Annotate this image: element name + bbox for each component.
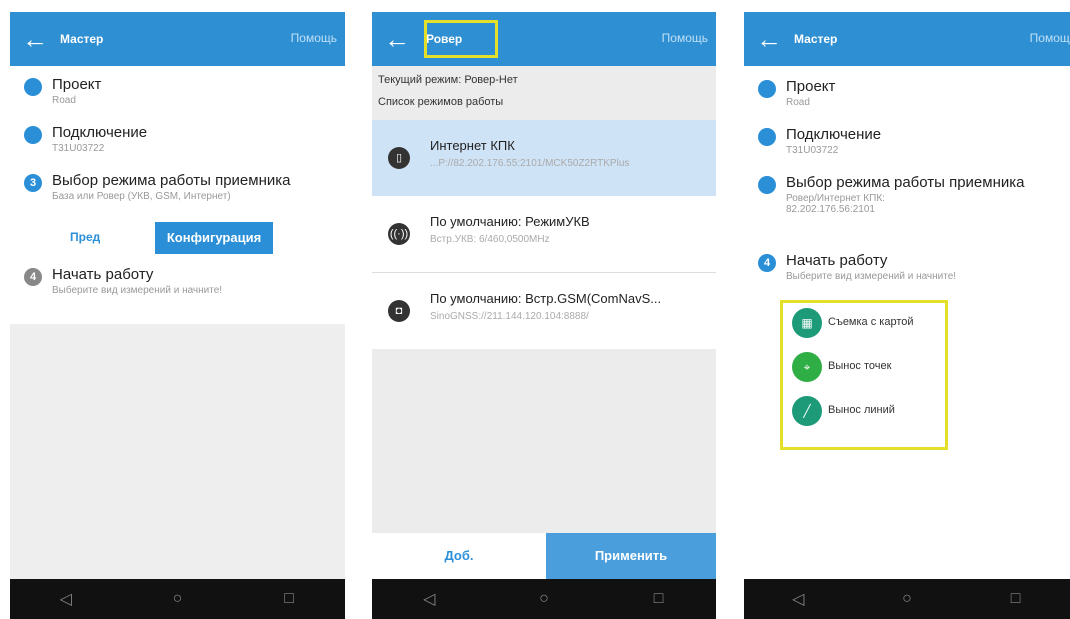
phone-icon: ▯ — [388, 147, 410, 169]
nav-home-icon[interactable]: ○ — [887, 590, 927, 608]
step-start-work[interactable]: 4 Начать работу Выберите вид измерений и… — [758, 252, 1066, 282]
step-subtitle: T31U03722 — [786, 145, 839, 156]
action-label: Вынос линий — [828, 404, 895, 416]
step-connection[interactable]: Подключение T31U03722 — [758, 126, 1066, 156]
configuration-button[interactable]: Конфигурация — [155, 222, 273, 254]
mode-item-gsm[interactable]: ◘ По умолчанию: Встр.GSM(ComNavS... Sino… — [372, 273, 716, 349]
app-bar: ← Мастер Помощь — [744, 12, 1070, 66]
wizard-content: Проект Road Подключение T31U03722 3 Выбо… — [10, 66, 345, 579]
back-arrow-icon[interactable]: ← — [10, 12, 60, 66]
mode-content: Текущий режим: Ровер-Нет Список режимов … — [372, 66, 716, 579]
nav-recent-icon[interactable]: □ — [269, 590, 309, 608]
back-arrow-icon[interactable]: ← — [744, 12, 794, 66]
step-number-icon: 4 — [758, 254, 776, 272]
mode-list-header: Список режимов работы — [378, 96, 504, 108]
step-start-work[interactable]: 4 Начать работу Выберите вид измерений и… — [24, 266, 341, 296]
nav-back-icon[interactable]: ◁ — [778, 589, 818, 609]
step-title: Подключение — [786, 126, 882, 143]
step-title: Начать работу — [52, 266, 154, 283]
step-subtitle: Road — [52, 95, 76, 106]
step-title: Проект — [52, 76, 102, 93]
action-label: Съемка с картой — [828, 316, 914, 328]
step-title: Начать работу — [786, 252, 888, 269]
step-number-icon: 4 — [24, 268, 42, 286]
wizard-screen-3: ← Мастер Помощь Проект Road Подключение … — [744, 12, 1070, 619]
step-subtitle: Выберите вид измерений и начните! — [52, 285, 223, 296]
highlight-frame — [424, 20, 498, 58]
mode-title: По умолчанию: РежимУКВ — [430, 214, 590, 229]
nav-back-icon[interactable]: ◁ — [409, 589, 449, 609]
step-number-icon: 3 — [24, 174, 42, 192]
nav-recent-icon[interactable]: □ — [996, 590, 1036, 608]
app-bar: ← Мастер Помощь — [10, 12, 345, 66]
gsm-icon: ◘ — [388, 300, 410, 322]
step-title: Выбор режима работы приемника — [52, 172, 291, 189]
android-nav-bar: ◁ ○ □ — [744, 579, 1070, 619]
step-connection[interactable]: Подключение T31U03722 — [24, 124, 341, 154]
step-done-icon — [24, 126, 42, 144]
current-mode-label: Текущий режим: Ровер-Нет — [378, 74, 518, 86]
nav-home-icon[interactable]: ○ — [157, 590, 197, 608]
mode-subtitle: ...P://82.202.176.55:2101/MCK50Z2RTKPlus — [430, 158, 630, 169]
help-link[interactable]: Помощь — [291, 31, 337, 45]
step-subtitle: Ровер/Интернет КПК: 82.202.176.56:2101 — [786, 193, 885, 215]
step-title: Выбор режима работы приемника — [786, 174, 1025, 191]
step-receiver-mode[interactable]: Выбор режима работы приемника Ровер/Инте… — [758, 174, 1070, 215]
nav-back-icon[interactable]: ◁ — [46, 589, 86, 609]
prev-button[interactable]: Пред — [70, 230, 100, 244]
mode-subtitle: SinoGNSS://211.144.120.104:8888/ — [430, 311, 589, 322]
stakeout-points-icon: ⌖ — [792, 352, 822, 382]
mode-title: Интернет КПК — [430, 138, 515, 153]
android-nav-bar: ◁ ○ □ — [372, 579, 716, 619]
apply-button[interactable]: Применить — [546, 533, 716, 579]
step-done-icon — [758, 176, 776, 194]
mode-item-internet[interactable]: ▯ Интернет КПК ...P://82.202.176.55:2101… — [372, 120, 716, 196]
nav-home-icon[interactable]: ○ — [524, 590, 564, 608]
help-link[interactable]: Помощь — [662, 31, 708, 45]
app-title: Мастер — [794, 32, 838, 46]
stakeout-lines-icon: ╱ — [792, 396, 822, 426]
nav-recent-icon[interactable]: □ — [639, 590, 679, 608]
add-button[interactable]: Доб. — [372, 533, 546, 579]
step-done-icon — [24, 78, 42, 96]
app-bar: ← Ровер Помощь — [372, 12, 716, 66]
step-subtitle: База или Ровер (УКВ, GSM, Интернет) — [52, 191, 231, 202]
rover-screen: ← Ровер Помощь Текущий режим: Ровер-Нет … — [372, 12, 716, 619]
app-title: Мастер — [60, 32, 104, 46]
step-done-icon — [758, 80, 776, 98]
step-receiver-mode[interactable]: 3 Выбор режима работы приемника База или… — [24, 172, 341, 202]
wizard-content: Проект Road Подключение T31U03722 Выбор … — [744, 66, 1070, 579]
android-nav-bar: ◁ ○ □ — [10, 579, 345, 619]
step-subtitle: Выберите вид измерений и начните! — [786, 271, 957, 282]
step-done-icon — [758, 128, 776, 146]
step-project[interactable]: Проект Road — [758, 78, 1066, 108]
step-project[interactable]: Проект Road — [24, 76, 341, 106]
wizard-screen-1: ← Мастер Помощь Проект Road Подключение … — [10, 12, 345, 619]
help-link[interactable]: Помощь — [1030, 31, 1070, 45]
step-subtitle: T31U03722 — [52, 143, 105, 154]
mode-title: По умолчанию: Встр.GSM(ComNavS... — [430, 291, 662, 306]
step-title: Проект — [786, 78, 836, 95]
mode-subtitle: Встр.УКВ: 6/460,0500MHz — [430, 234, 550, 245]
back-arrow-icon[interactable]: ← — [372, 12, 422, 66]
step-title: Подключение — [52, 124, 148, 141]
action-label: Вынос точек — [828, 360, 892, 372]
empty-area — [10, 324, 345, 579]
bottom-action-bar: Доб. Применить — [372, 533, 716, 579]
radio-icon: ((·)) — [388, 223, 410, 245]
mode-item-uhf[interactable]: ((·)) По умолчанию: РежимУКВ Встр.УКВ: 6… — [372, 196, 716, 272]
map-survey-icon: ▦ — [792, 308, 822, 338]
step-subtitle: Road — [786, 97, 810, 108]
